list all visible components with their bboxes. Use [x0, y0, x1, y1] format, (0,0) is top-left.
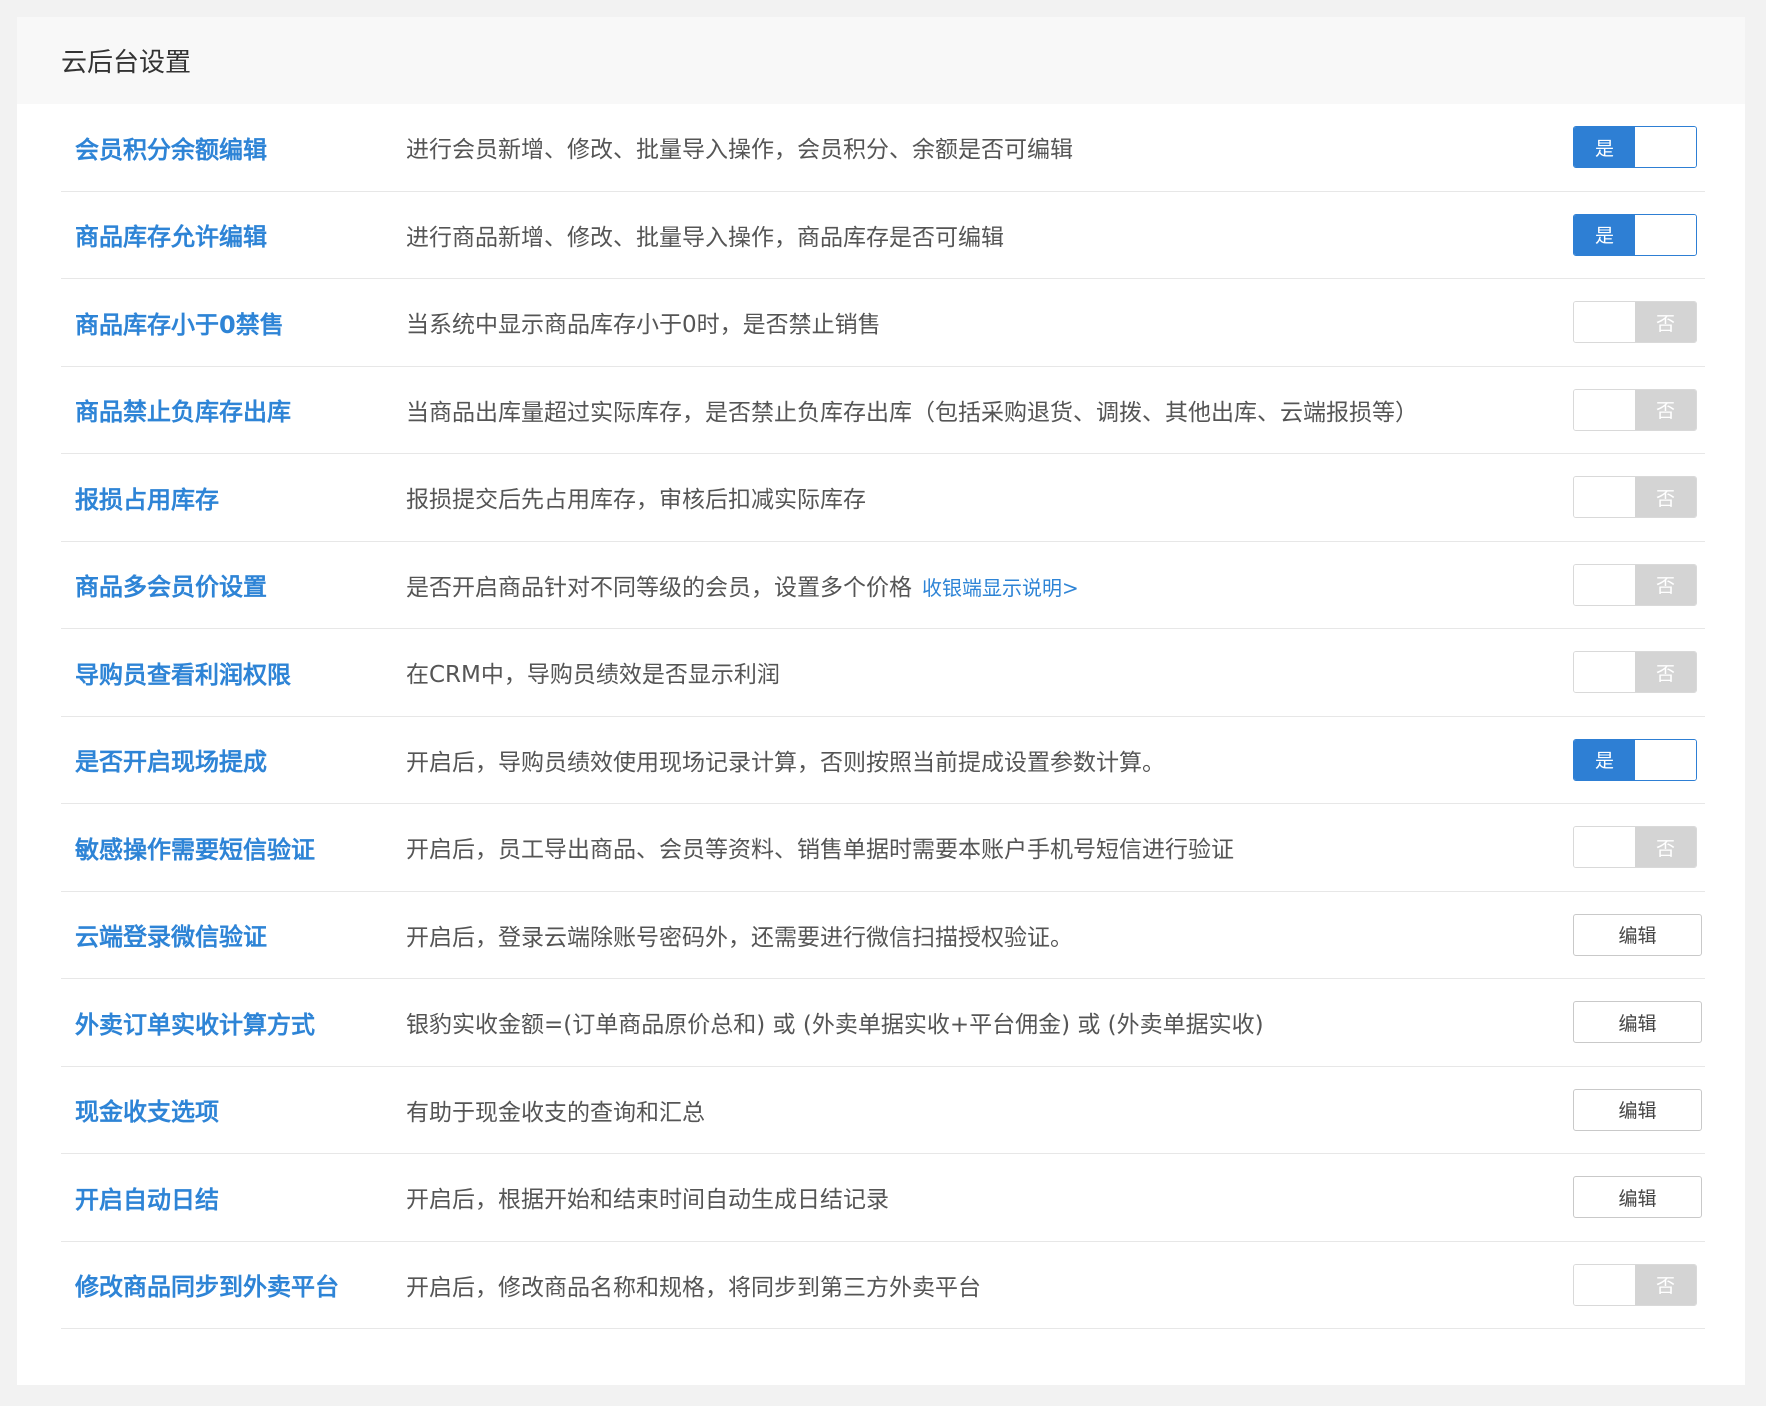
toggle-knob — [1574, 564, 1635, 605]
setting-description-text: 当商品出库量超过实际库存，是否禁止负库存出库（包括采购退货、调拨、其他出库、云端… — [406, 399, 1418, 426]
setting-description: 银豹实收金额=(订单商品原价总和) 或 (外卖单据实收+平台佣金) 或 (外卖单… — [406, 1005, 1264, 1039]
toggle-knob — [1574, 652, 1635, 693]
setting-row: 现金收支选项 有助于现金收支的查询和汇总 编辑 — [61, 1067, 1705, 1154]
setting-description-text: 开启后，导购员绩效使用现场记录计算，否则按照当前提成设置参数计算。 — [406, 749, 1165, 776]
toggle-knob — [1635, 739, 1696, 780]
help-link[interactable]: 收银端显示说明> — [922, 576, 1079, 600]
setting-title: 修改商品同步到外卖平台 — [75, 1273, 339, 1302]
edit-button[interactable]: 编辑 — [1573, 1176, 1702, 1219]
setting-description-text: 银豹实收金额=(订单商品原价总和) 或 (外卖单据实收+平台佣金) 或 (外卖单… — [406, 1012, 1264, 1039]
toggle-knob — [1574, 302, 1635, 343]
toggle-label: 是 — [1574, 127, 1635, 168]
setting-row: 会员积分余额编辑 进行会员新增、修改、批量导入操作，会员积分、余额是否可编辑 是 — [61, 104, 1705, 192]
setting-description-text: 在CRM中，导购员绩效是否显示利润 — [406, 662, 780, 689]
setting-row: 敏感操作需要短信验证 开启后，员工导出商品、会员等资料、销售单据时需要本账户手机号… — [61, 804, 1705, 892]
edit-button[interactable]: 编辑 — [1573, 1088, 1702, 1131]
setting-title: 商品多会员价设置 — [75, 573, 267, 602]
setting-description-text: 进行商品新增、修改、批量导入操作，商品库存是否可编辑 — [406, 224, 1004, 251]
setting-row: 云端登录微信验证 开启后，登录云端除账号密码外，还需要进行微信扫描授权验证。 编辑 — [61, 892, 1705, 979]
setting-title: 云端登录微信验证 — [75, 923, 267, 952]
setting-title: 敏感操作需要短信验证 — [75, 835, 315, 864]
setting-row: 商品库存小于0禁售 当系统中显示商品库存小于0时，是否禁止销售 否 — [61, 279, 1705, 367]
setting-description-text: 报损提交后先占用库存，审核后扣减实际库存 — [406, 487, 866, 514]
setting-description: 进行会员新增、修改、批量导入操作，会员积分、余额是否可编辑 — [406, 130, 1073, 164]
page-title: 云后台设置 — [61, 48, 192, 78]
toggle-label: 否 — [1635, 564, 1696, 605]
setting-row: 外卖订单实收计算方式 银豹实收金额=(订单商品原价总和) 或 (外卖单据实收+平台… — [61, 979, 1705, 1067]
toggle-knob — [1635, 214, 1696, 255]
toggle-knob — [1574, 1264, 1635, 1305]
setting-description: 开启后，导购员绩效使用现场记录计算，否则按照当前提成设置参数计算。 — [406, 743, 1165, 777]
panel-header: 云后台设置 — [17, 17, 1745, 104]
setting-row: 修改商品同步到外卖平台 开启后，修改商品名称和规格，将同步到第三方外卖平台 否 — [61, 1242, 1705, 1329]
setting-toggle[interactable]: 否 — [1573, 476, 1697, 519]
setting-row: 商品库存允许编辑 进行商品新增、修改、批量导入操作，商品库存是否可编辑 是 — [61, 192, 1705, 279]
toggle-label: 是 — [1574, 214, 1635, 255]
setting-title: 会员积分余额编辑 — [75, 135, 267, 164]
toggle-label: 否 — [1635, 477, 1696, 518]
setting-toggle[interactable]: 是 — [1573, 213, 1697, 256]
setting-row: 是否开启现场提成 开启后，导购员绩效使用现场记录计算，否则按照当前提成设置参数计算… — [61, 717, 1705, 804]
setting-title: 商品库存允许编辑 — [75, 223, 267, 252]
setting-description: 报损提交后先占用库存，审核后扣减实际库存 — [406, 480, 866, 514]
setting-toggle[interactable]: 是 — [1573, 738, 1697, 781]
setting-row: 导购员查看利润权限 在CRM中，导购员绩效是否显示利润 否 — [61, 629, 1705, 717]
setting-title: 是否开启现场提成 — [75, 748, 267, 777]
toggle-label: 是 — [1574, 739, 1635, 780]
toggle-label: 否 — [1635, 389, 1696, 430]
toggle-knob — [1635, 127, 1696, 168]
setting-description-text: 是否开启商品针对不同等级的会员，设置多个价格 — [406, 574, 912, 601]
setting-description-text: 开启后，登录云端除账号密码外，还需要进行微信扫描授权验证。 — [406, 924, 1073, 951]
toggle-knob — [1574, 827, 1635, 868]
toggle-knob — [1574, 389, 1635, 430]
setting-row: 商品禁止负库存出库 当商品出库量超过实际库存，是否禁止负库存出库（包括采购退货、调… — [61, 367, 1705, 454]
setting-toggle[interactable]: 否 — [1573, 1263, 1697, 1306]
setting-description-text: 进行会员新增、修改、批量导入操作，会员积分、余额是否可编辑 — [406, 137, 1073, 164]
setting-description-text: 开启后，根据开始和结束时间自动生成日结记录 — [406, 1187, 889, 1214]
toggle-label: 否 — [1635, 652, 1696, 693]
setting-title: 商品禁止负库存出库 — [75, 398, 291, 427]
setting-title: 现金收支选项 — [75, 1098, 219, 1127]
setting-row: 报损占用库存 报损提交后先占用库存，审核后扣减实际库存 否 — [61, 454, 1705, 542]
settings-panel: 云后台设置 会员积分余额编辑 进行会员新增、修改、批量导入操作，会员积分、余额是否… — [17, 17, 1745, 1385]
setting-description-text: 当系统中显示商品库存小于0时，是否禁止销售 — [406, 312, 881, 339]
toggle-knob — [1574, 477, 1635, 518]
setting-description: 是否开启商品针对不同等级的会员，设置多个价格 收银端显示说明> — [406, 568, 1079, 602]
setting-description: 开启后，根据开始和结束时间自动生成日结记录 — [406, 1180, 889, 1214]
setting-toggle[interactable]: 否 — [1573, 388, 1697, 431]
setting-toggle[interactable]: 否 — [1573, 563, 1697, 606]
setting-description: 当系统中显示商品库存小于0时，是否禁止销售 — [406, 305, 881, 339]
setting-row: 开启自动日结 开启后，根据开始和结束时间自动生成日结记录 编辑 — [61, 1154, 1705, 1242]
setting-toggle[interactable]: 否 — [1573, 651, 1697, 694]
setting-description: 进行商品新增、修改、批量导入操作，商品库存是否可编辑 — [406, 218, 1004, 252]
setting-description: 开启后，登录云端除账号密码外，还需要进行微信扫描授权验证。 — [406, 918, 1073, 952]
toggle-label: 否 — [1635, 1264, 1696, 1305]
setting-description: 有助于现金收支的查询和汇总 — [406, 1093, 705, 1127]
setting-description-text: 开启后，员工导出商品、会员等资料、销售单据时需要本账户手机号短信进行验证 — [406, 837, 1234, 864]
setting-title: 开启自动日结 — [75, 1185, 219, 1214]
edit-button[interactable]: 编辑 — [1573, 1001, 1702, 1044]
setting-description-text: 开启后，修改商品名称和规格，将同步到第三方外卖平台 — [406, 1274, 981, 1301]
setting-title: 报损占用库存 — [75, 485, 219, 514]
setting-description-text: 有助于现金收支的查询和汇总 — [406, 1099, 705, 1126]
edit-button[interactable]: 编辑 — [1573, 913, 1702, 956]
setting-description: 当商品出库量超过实际库存，是否禁止负库存出库（包括采购退货、调拨、其他出库、云端… — [406, 393, 1418, 427]
setting-title: 商品库存小于0禁售 — [75, 310, 284, 339]
setting-title: 导购员查看利润权限 — [75, 660, 291, 689]
setting-title: 外卖订单实收计算方式 — [75, 1010, 315, 1039]
setting-description: 开启后，员工导出商品、会员等资料、销售单据时需要本账户手机号短信进行验证 — [406, 830, 1234, 864]
settings-list: 会员积分余额编辑 进行会员新增、修改、批量导入操作，会员积分、余额是否可编辑是商品… — [61, 104, 1705, 1329]
toggle-label: 否 — [1635, 302, 1696, 343]
setting-row: 商品多会员价设置 是否开启商品针对不同等级的会员，设置多个价格 收银端显示说明> 否 — [61, 542, 1705, 629]
toggle-label: 否 — [1635, 827, 1696, 868]
setting-toggle[interactable]: 否 — [1573, 826, 1697, 869]
setting-toggle[interactable]: 是 — [1573, 126, 1697, 169]
setting-description: 在CRM中，导购员绩效是否显示利润 — [406, 655, 780, 689]
setting-description: 开启后，修改商品名称和规格，将同步到第三方外卖平台 — [406, 1268, 981, 1302]
setting-toggle[interactable]: 否 — [1573, 301, 1697, 344]
